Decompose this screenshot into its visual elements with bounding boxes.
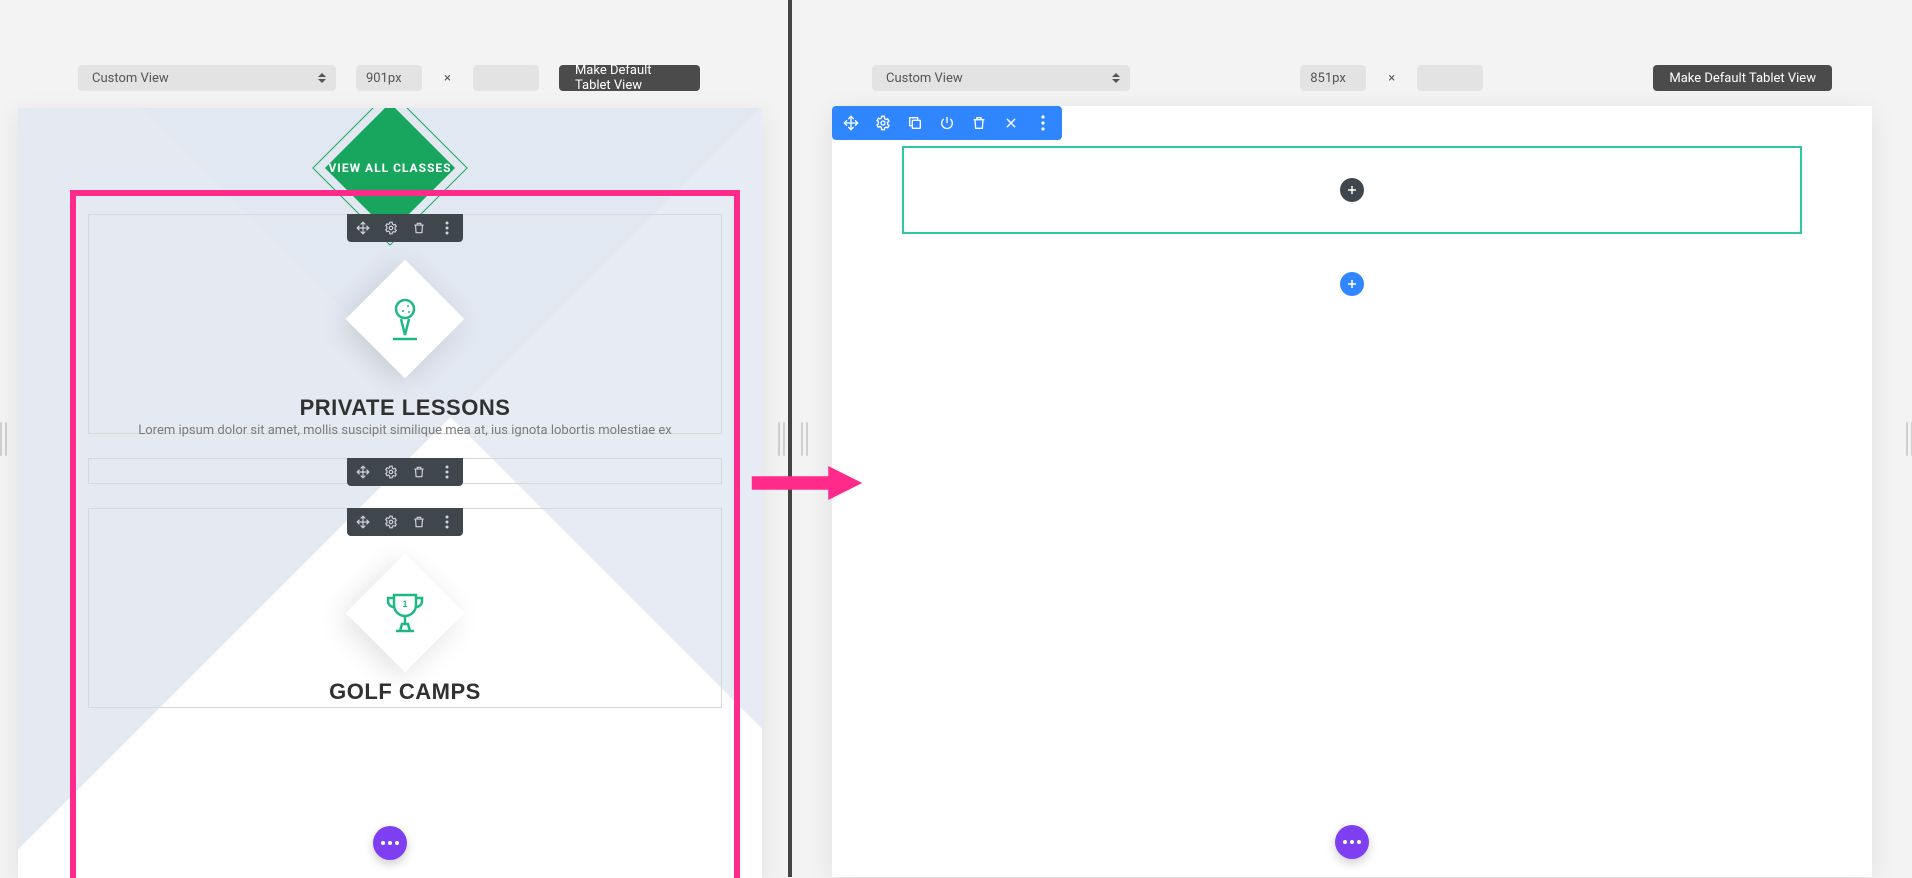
close-icon[interactable] <box>1002 114 1020 132</box>
module-toolbar <box>347 508 463 536</box>
make-default-button[interactable]: Make Default Tablet View <box>1653 65 1832 91</box>
module-spacer[interactable] <box>88 458 722 484</box>
more-icon[interactable] <box>439 464 455 480</box>
fab-more-button[interactable] <box>1335 825 1369 859</box>
more-icon[interactable] <box>439 514 455 530</box>
module-subtitle: Lorem ipsum dolor sit amet, mollis susci… <box>89 423 721 438</box>
right-top-controls: Custom View 851px × Make Default Tablet … <box>872 65 1832 91</box>
height-input[interactable] <box>473 65 539 91</box>
duplicate-icon[interactable] <box>906 114 924 132</box>
add-row-button[interactable] <box>1340 272 1364 296</box>
make-default-label: Make Default Tablet View <box>1669 71 1816 86</box>
move-icon[interactable] <box>355 514 371 530</box>
size-bar: 901px × <box>356 65 539 91</box>
view-select[interactable]: Custom View <box>872 65 1130 91</box>
trash-icon[interactable] <box>411 514 427 530</box>
view-select-label: Custom View <box>886 71 963 86</box>
module-golf-camps[interactable]: 1 GOLF CAMPS <box>88 508 722 708</box>
move-icon[interactable] <box>355 220 371 236</box>
gear-icon[interactable] <box>874 114 892 132</box>
updown-caret-icon <box>318 73 326 83</box>
trash-icon[interactable] <box>411 220 427 236</box>
view-select[interactable]: Custom View <box>78 65 336 91</box>
make-default-button[interactable]: Make Default Tablet View <box>559 65 700 91</box>
selected-section-frame: PRIVATE LESSONS Lorem ipsum dolor sit am… <box>70 190 740 878</box>
svg-text:1: 1 <box>402 599 407 609</box>
more-icon[interactable] <box>439 220 455 236</box>
width-input[interactable]: 851px <box>1300 65 1366 91</box>
resize-handle[interactable] <box>772 399 790 479</box>
width-input[interactable]: 901px <box>356 65 422 91</box>
badge-label: VIEW ALL CLASSES <box>328 161 451 175</box>
right-panel: Custom View 851px × Make Default Tablet … <box>792 0 1912 877</box>
make-default-label: Make Default Tablet View <box>575 63 684 93</box>
left-canvas: VIEW ALL CLASSES <box>18 108 762 878</box>
resize-handle[interactable] <box>795 399 813 479</box>
width-value: 851px <box>1310 71 1346 86</box>
empty-row[interactable] <box>902 146 1802 234</box>
module-title: PRIVATE LESSONS <box>89 395 721 421</box>
height-input[interactable] <box>1417 65 1483 91</box>
move-icon[interactable] <box>842 114 860 132</box>
width-value: 901px <box>366 71 402 86</box>
trash-icon[interactable] <box>411 464 427 480</box>
trash-icon[interactable] <box>970 114 988 132</box>
module-toolbar <box>347 458 463 486</box>
module-title: GOLF CAMPS <box>89 679 721 705</box>
more-icon[interactable] <box>1034 114 1052 132</box>
updown-caret-icon <box>1112 73 1120 83</box>
size-bar: 851px × <box>1300 65 1483 91</box>
power-icon[interactable] <box>938 114 956 132</box>
view-select-label: Custom View <box>92 71 169 86</box>
resize-handle[interactable] <box>1900 399 1912 479</box>
gear-icon[interactable] <box>383 220 399 236</box>
times-icon: × <box>444 71 451 86</box>
module-private-lessons[interactable]: PRIVATE LESSONS Lorem ipsum dolor sit am… <box>88 214 722 434</box>
gear-icon[interactable] <box>383 514 399 530</box>
trophy-icon: 1 <box>339 547 471 679</box>
add-module-button[interactable] <box>1340 178 1364 202</box>
right-canvas <box>832 106 1872 877</box>
section-toolbar <box>832 106 1062 140</box>
left-panel: Custom View 901px × Make Default Tablet … <box>0 0 788 877</box>
golf-tee-icon <box>339 253 471 385</box>
module-toolbar <box>347 214 463 242</box>
move-icon[interactable] <box>355 464 371 480</box>
times-icon: × <box>1388 71 1395 86</box>
fab-more-button[interactable] <box>373 826 407 860</box>
gear-icon[interactable] <box>383 464 399 480</box>
left-top-controls: Custom View 901px × Make Default Tablet … <box>78 65 700 91</box>
resize-handle[interactable] <box>0 399 12 479</box>
